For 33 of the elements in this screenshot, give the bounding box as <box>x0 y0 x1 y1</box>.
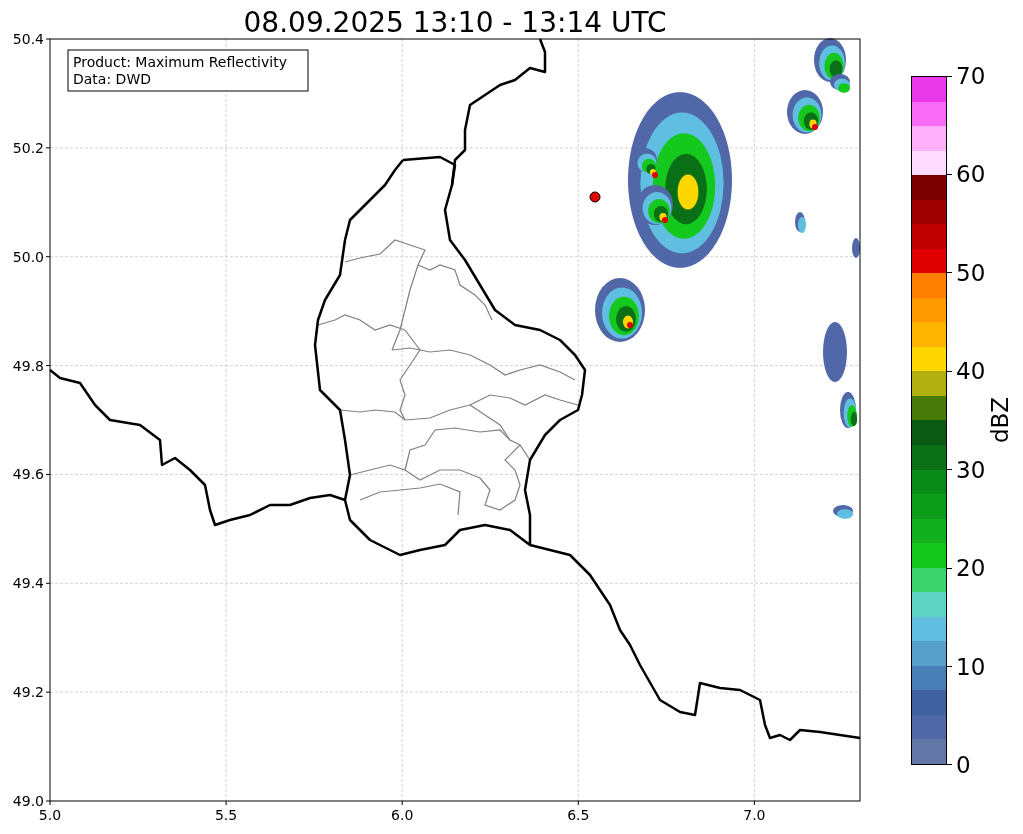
location-marker <box>589 191 601 203</box>
tick-label: 20 <box>956 555 986 582</box>
tick-label: 49.0 <box>12 793 44 809</box>
tick-label: 49.8 <box>12 357 44 374</box>
chart-title: 08.09.2025 13:10 - 13:14 UTC <box>243 6 667 39</box>
radar-echo <box>852 238 860 258</box>
info-text: Data: DWD <box>73 71 151 87</box>
info-text: Product: Maximum Reflectivity <box>73 54 287 70</box>
tick-label: 50.2 <box>12 139 44 156</box>
radar-echo <box>787 90 823 134</box>
tick-label: 6.5 <box>567 807 590 823</box>
radar-echo <box>595 278 645 342</box>
tick-label: 60 <box>956 161 986 188</box>
tick-label: 50.4 <box>12 31 44 47</box>
tick-label: 30 <box>956 456 986 483</box>
tick-label: 6.0 <box>391 807 414 823</box>
radar-echo <box>823 322 847 382</box>
radar-echo <box>840 392 858 428</box>
tick-label: 5.5 <box>214 807 238 823</box>
tick-label: 50.0 <box>12 248 44 265</box>
tick-label: 0 <box>956 751 971 778</box>
tick-label: 10 <box>956 653 986 680</box>
axis-label: dBZ <box>987 396 1014 444</box>
tick-label: 49.2 <box>12 684 44 701</box>
tick-label: 50 <box>956 259 986 286</box>
tick-label: 70 <box>956 63 986 89</box>
radar-echo <box>795 212 806 233</box>
tick-label: 7.0 <box>743 807 766 823</box>
tick-label: 40 <box>956 358 986 385</box>
tick-label: 49.6 <box>12 466 44 483</box>
tick-label: 49.4 <box>12 575 44 592</box>
tick-label: 5.0 <box>38 807 62 823</box>
radar-echo <box>833 505 853 519</box>
